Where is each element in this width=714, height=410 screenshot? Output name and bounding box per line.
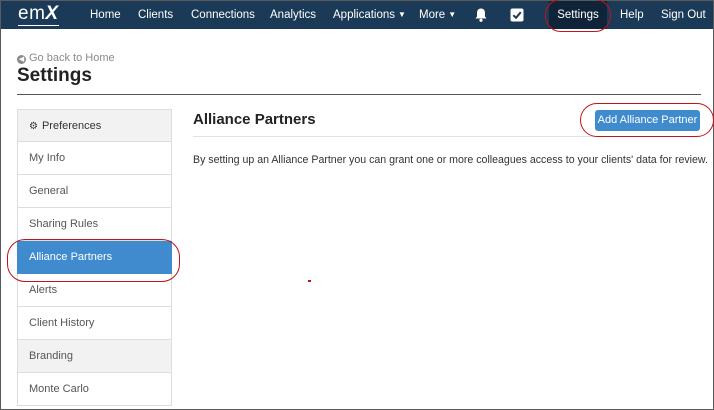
nav-home[interactable]: Home — [90, 1, 121, 29]
alliance-partners-description: By setting up an Alliance Partner you ca… — [193, 154, 708, 166]
bell-icon[interactable] — [473, 7, 489, 23]
logo-suffix: X — [45, 3, 59, 24]
emx-logo[interactable]: emX — [18, 3, 59, 27]
section-divider — [193, 136, 701, 137]
arrow-left-circle-icon: ◀ — [17, 55, 26, 64]
nav-settings[interactable]: Settings — [549, 1, 607, 29]
page-title: Settings — [17, 65, 92, 86]
sidebar-header-label: Preferences — [41, 120, 102, 132]
sidebar-item-alliance-partners[interactable]: Alliance Partners — [17, 241, 172, 274]
back-to-home-link[interactable]: ◀ Go back to Home — [17, 52, 115, 64]
logo-underline — [18, 25, 59, 26]
checkbox-icon[interactable] — [509, 7, 525, 23]
nav-connections[interactable]: Connections — [191, 1, 255, 29]
gear-icon: ⚙ — [29, 121, 38, 132]
nav-applications[interactable]: Applications ▼ — [333, 1, 406, 29]
nav-sign-out[interactable]: Sign Out — [661, 1, 706, 29]
sidebar-header-preferences[interactable]: ⚙ Preferences — [17, 109, 172, 142]
logo-prefix: em — [18, 3, 46, 24]
settings-sidebar: ⚙ Preferences My Info General Sharing Rul… — [17, 109, 172, 406]
nav-more-label: More — [419, 9, 446, 21]
sidebar-item-branding[interactable]: Branding — [17, 340, 172, 373]
sidebar-item-general[interactable]: General — [17, 175, 172, 208]
caret-down-icon: ▼ — [448, 10, 457, 19]
top-navbar: emX Home Clients Connections Analytics A… — [1, 1, 713, 29]
nav-more[interactable]: More ▼ — [419, 1, 456, 29]
title-divider — [17, 94, 701, 95]
sidebar-item-alerts[interactable]: Alerts — [17, 274, 172, 307]
nav-applications-label: Applications — [333, 9, 396, 21]
caret-down-icon: ▼ — [398, 10, 406, 19]
sidebar-item-monte-carlo[interactable]: Monte Carlo — [17, 373, 172, 406]
nav-analytics[interactable]: Analytics — [270, 1, 316, 29]
sidebar-item-my-info[interactable]: My Info — [17, 142, 172, 175]
section-title: Alliance Partners — [193, 111, 316, 128]
add-alliance-partner-button[interactable]: Add Alliance Partner — [595, 110, 700, 131]
nav-help[interactable]: Help — [620, 1, 644, 29]
sidebar-item-client-history[interactable]: Client History — [17, 307, 172, 340]
back-link-label: Go back to Home — [29, 52, 115, 64]
annotation-mark — [308, 280, 311, 282]
sidebar-item-sharing-rules[interactable]: Sharing Rules — [17, 208, 172, 241]
nav-clients[interactable]: Clients — [138, 1, 173, 29]
